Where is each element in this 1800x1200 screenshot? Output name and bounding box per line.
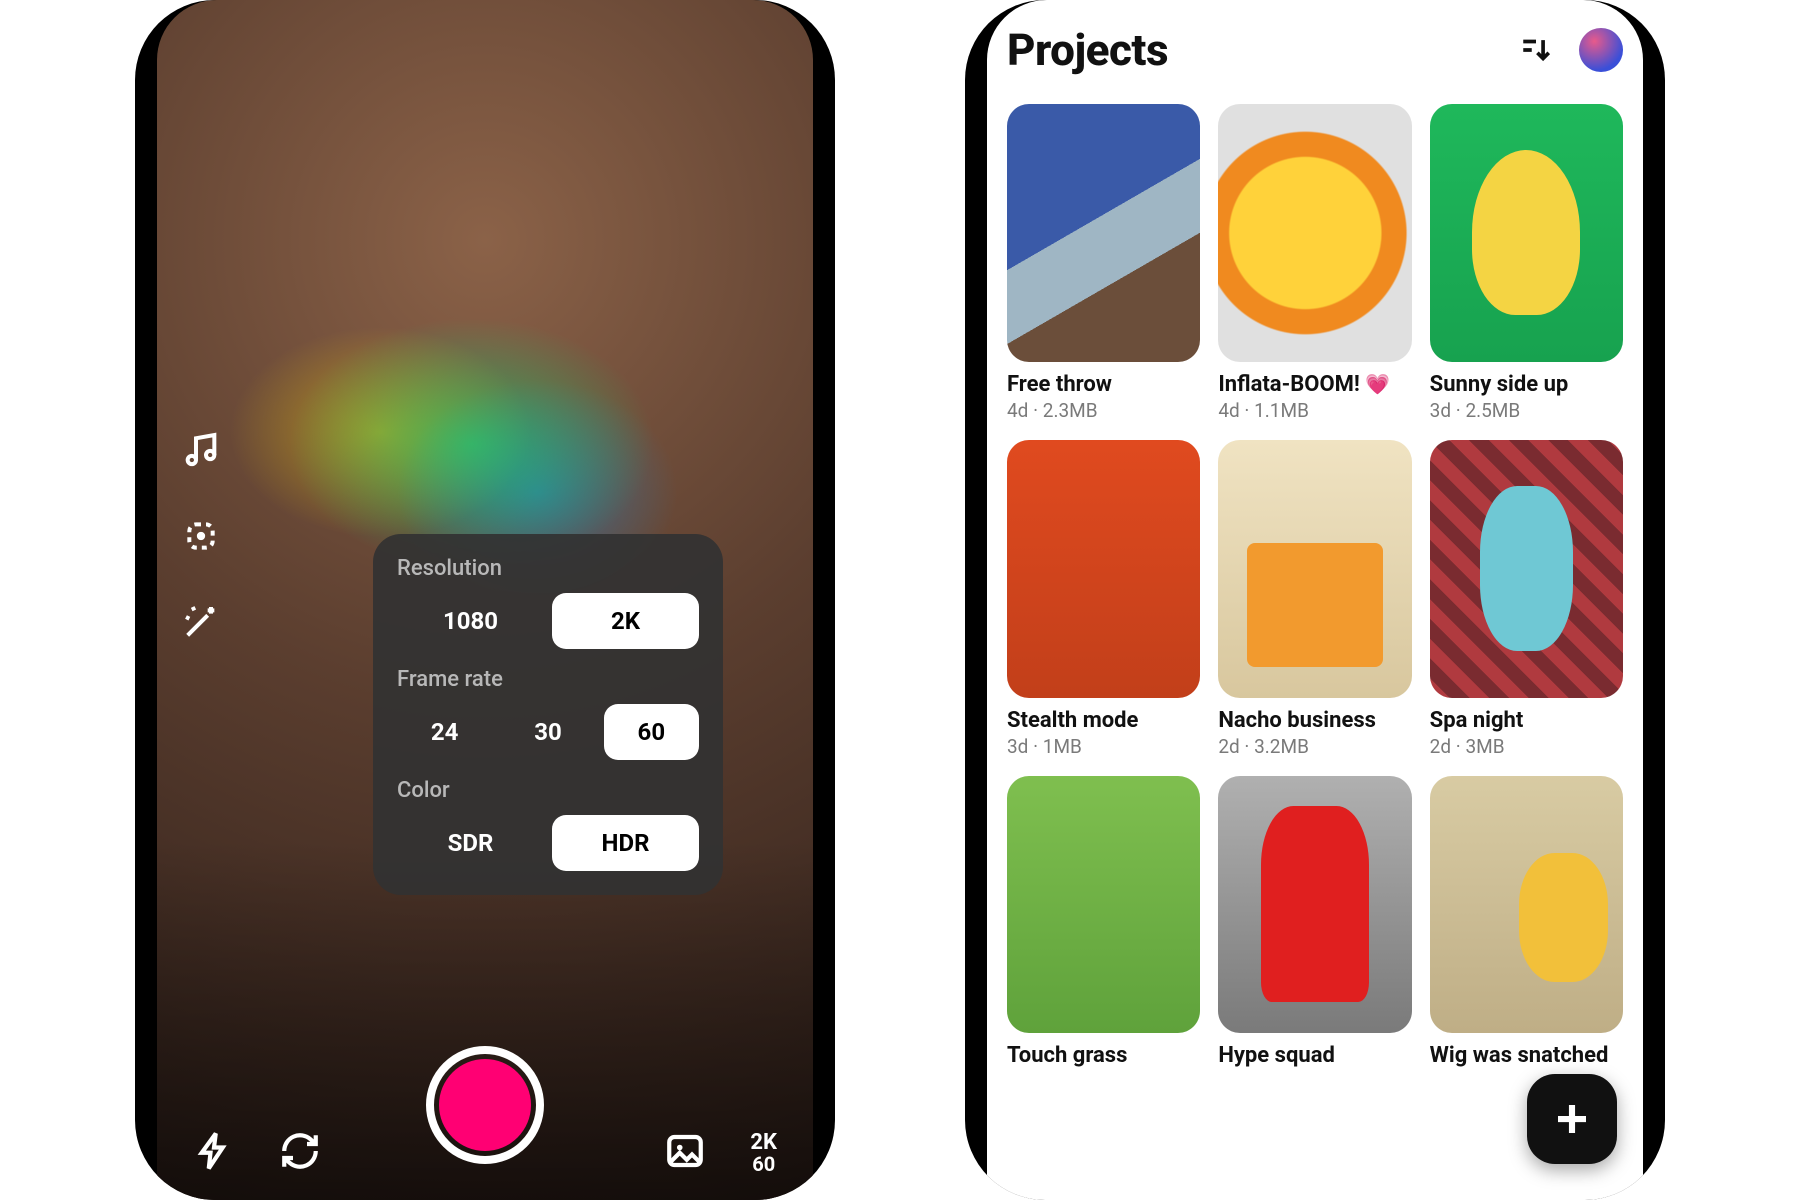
setting-resolution: Resolution 1080 2K <box>397 556 699 649</box>
new-project-button[interactable] <box>1527 1074 1617 1164</box>
project-thumbnail <box>1430 776 1623 1034</box>
setting-framerate: Frame rate 24 30 60 <box>397 667 699 760</box>
project-title: Hype squad <box>1218 1043 1411 1068</box>
flash-icon[interactable] <box>193 1130 235 1176</box>
projects-grid: Free throw4d · 2.3MBInflata-BOOM! 💗4d · … <box>1007 104 1623 1068</box>
gallery-icon[interactable] <box>664 1130 706 1176</box>
quality-line2: 60 <box>750 1154 777 1175</box>
project-title: Nacho business <box>1218 708 1411 733</box>
project-card[interactable]: Wig was snatched <box>1430 776 1623 1069</box>
camera-side-tools <box>181 430 221 646</box>
flip-camera-icon[interactable] <box>279 1130 321 1176</box>
magic-wand-icon[interactable] <box>181 602 221 646</box>
project-card[interactable]: Stealth mode3d · 1MB <box>1007 440 1200 758</box>
project-card[interactable]: Free throw4d · 2.3MB <box>1007 104 1200 422</box>
color-option-hdr[interactable]: HDR <box>552 815 699 871</box>
project-title: Stealth mode <box>1007 708 1200 733</box>
resolution-option-1080[interactable]: 1080 <box>397 593 544 649</box>
project-meta: 3d · 1MB <box>1007 735 1200 758</box>
projects-screen: Projects Free throw4d · 2.3MBInflata-BOO… <box>987 0 1643 1200</box>
setting-resolution-label: Resolution <box>397 556 699 581</box>
resolution-option-2k[interactable]: 2K <box>552 593 699 649</box>
project-thumbnail <box>1007 776 1200 1034</box>
project-card[interactable]: Spa night2d · 3MB <box>1430 440 1623 758</box>
phone-camera: Resolution 1080 2K Frame rate 24 30 60 C… <box>135 0 835 1200</box>
quality-indicator[interactable]: 2K 60 <box>750 1131 777 1175</box>
sort-icon[interactable] <box>1519 33 1553 67</box>
project-meta: 4d · 2.3MB <box>1007 399 1200 422</box>
project-meta: 2d · 3.2MB <box>1218 735 1411 758</box>
project-thumbnail <box>1007 440 1200 698</box>
project-card[interactable]: Hype squad <box>1218 776 1411 1069</box>
framerate-option-30[interactable]: 30 <box>500 704 595 760</box>
project-thumbnail <box>1218 104 1411 362</box>
project-card[interactable]: Sunny side up3d · 2.5MB <box>1430 104 1623 422</box>
projects-title: Projects <box>1007 24 1168 76</box>
project-title: Free throw <box>1007 372 1200 397</box>
setting-framerate-label: Frame rate <box>397 667 699 692</box>
project-meta: 3d · 2.5MB <box>1430 399 1623 422</box>
framerate-option-24[interactable]: 24 <box>397 704 492 760</box>
setting-color-label: Color <box>397 778 699 803</box>
record-button[interactable] <box>426 1046 544 1164</box>
color-option-sdr[interactable]: SDR <box>397 815 544 871</box>
profile-avatar[interactable] <box>1579 28 1623 72</box>
camera-screen: Resolution 1080 2K Frame rate 24 30 60 C… <box>157 0 813 1200</box>
project-thumbnail <box>1007 104 1200 362</box>
project-card[interactable]: Touch grass <box>1007 776 1200 1069</box>
project-title: Touch grass <box>1007 1043 1200 1068</box>
project-title: Spa night <box>1430 708 1623 733</box>
projects-header: Projects <box>1007 24 1623 76</box>
camera-settings-panel: Resolution 1080 2K Frame rate 24 30 60 C… <box>373 534 723 895</box>
project-thumbnail <box>1218 776 1411 1034</box>
project-title: Wig was snatched <box>1430 1043 1623 1068</box>
project-thumbnail <box>1218 440 1411 698</box>
project-card[interactable]: Inflata-BOOM! 💗4d · 1.1MB <box>1218 104 1411 422</box>
record-button-inner <box>439 1059 531 1151</box>
music-icon[interactable] <box>181 430 221 474</box>
project-meta: 4d · 1.1MB <box>1218 399 1411 422</box>
project-title: Inflata-BOOM! 💗 <box>1218 372 1411 397</box>
project-title: Sunny side up <box>1430 372 1623 397</box>
project-thumbnail <box>1430 104 1623 362</box>
setting-color: Color SDR HDR <box>397 778 699 871</box>
project-meta: 2d · 3MB <box>1430 735 1623 758</box>
project-card[interactable]: Nacho business2d · 3.2MB <box>1218 440 1411 758</box>
projects-screen-wrap: Projects Free throw4d · 2.3MBInflata-BOO… <box>987 0 1643 1200</box>
crop-selection-icon[interactable] <box>181 516 221 560</box>
camera-bottom-bar: 2K 60 <box>157 1130 813 1176</box>
project-thumbnail <box>1430 440 1623 698</box>
project-emoji: 💗 <box>1365 372 1390 396</box>
phone-projects: Projects Free throw4d · 2.3MBInflata-BOO… <box>965 0 1665 1200</box>
framerate-option-60[interactable]: 60 <box>604 704 699 760</box>
